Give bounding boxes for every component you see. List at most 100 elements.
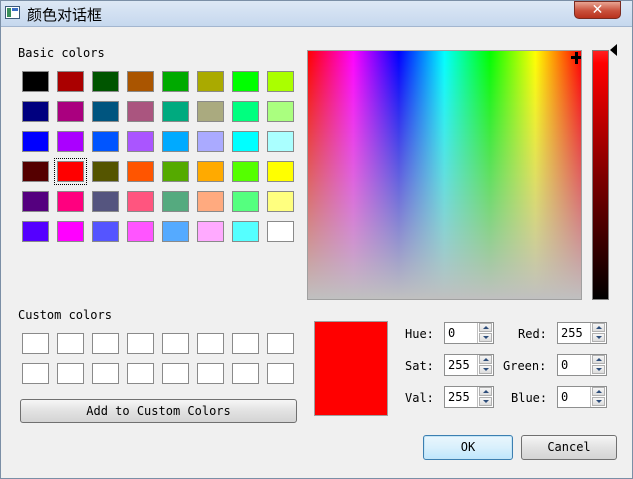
custom-color-swatch[interactable] [162,333,189,354]
basic-color-swatch[interactable] [232,71,259,92]
basic-color-swatch[interactable] [22,71,49,92]
basic-color-swatch[interactable] [267,221,294,242]
basic-color-swatch[interactable] [197,221,224,242]
basic-color-swatch[interactable] [92,161,119,182]
basic-color-swatch[interactable] [127,191,154,212]
custom-color-swatch[interactable] [197,363,224,384]
custom-color-swatch[interactable] [127,363,154,384]
basic-color-swatch[interactable] [232,131,259,152]
sat-up-arrow-icon[interactable] [479,355,492,364]
basic-color-swatch[interactable] [22,131,49,152]
custom-color-swatch[interactable] [57,363,84,384]
custom-color-swatch[interactable] [232,363,259,384]
basic-color-swatch[interactable] [267,191,294,212]
basic-color-swatch[interactable] [267,71,294,92]
basic-color-swatch[interactable] [232,161,259,182]
sat-down-arrow-icon[interactable] [479,365,492,374]
blue-spinbox[interactable]: 0 [557,386,607,408]
custom-color-swatch[interactable] [127,333,154,354]
basic-color-swatch[interactable] [267,101,294,122]
blue-down-arrow-icon[interactable] [592,397,605,406]
blue-up-arrow-icon[interactable] [592,387,605,396]
basic-color-swatch[interactable] [162,221,189,242]
green-up-arrow-icon[interactable] [592,355,605,364]
basic-color-swatch[interactable] [92,191,119,212]
basic-color-swatch[interactable] [232,101,259,122]
basic-color-swatch[interactable] [57,71,84,92]
custom-color-swatch[interactable] [92,333,119,354]
basic-color-swatch[interactable] [127,71,154,92]
val-up-arrow-icon[interactable] [479,387,492,396]
basic-color-swatch[interactable] [22,161,49,182]
basic-color-swatch[interactable] [57,131,84,152]
red-label: Red: [518,327,547,341]
green-spinbox[interactable]: 0 [557,354,607,376]
val-value: 255 [448,390,470,404]
ok-button[interactable]: OK [423,435,513,460]
basic-color-swatch[interactable] [57,191,84,212]
basic-color-swatch[interactable] [162,131,189,152]
luminance-pointer-icon[interactable] [610,44,617,56]
basic-color-swatch[interactable] [127,221,154,242]
basic-color-swatch[interactable] [22,191,49,212]
red-down-arrow-icon[interactable] [592,333,605,342]
green-down-arrow-icon[interactable] [592,365,605,374]
basic-color-swatch[interactable] [232,191,259,212]
basic-color-swatch[interactable] [162,101,189,122]
val-label: Val: [405,391,434,405]
add-to-custom-colors-button[interactable]: Add to Custom Colors [20,399,297,423]
title-bar[interactable]: 颜色对话框 [1,1,632,27]
custom-color-swatch[interactable] [22,363,49,384]
basic-color-swatch[interactable] [162,161,189,182]
close-button[interactable]: ✕ [574,1,621,19]
custom-color-swatch[interactable] [57,333,84,354]
value-luminance-bar[interactable] [592,50,609,300]
basic-color-swatch[interactable] [22,221,49,242]
basic-color-swatch[interactable] [54,158,87,185]
basic-colors-label: Basic colors [18,46,105,60]
basic-color-swatch[interactable] [197,71,224,92]
basic-color-swatch[interactable] [197,161,224,182]
custom-color-swatch[interactable] [162,363,189,384]
custom-color-swatch[interactable] [197,333,224,354]
basic-color-swatch[interactable] [92,221,119,242]
basic-color-swatch[interactable] [92,131,119,152]
custom-color-swatch[interactable] [92,363,119,384]
custom-color-swatch[interactable] [22,333,49,354]
cancel-button[interactable]: Cancel [521,435,617,460]
basic-color-swatch[interactable] [197,101,224,122]
basic-color-swatch[interactable] [162,191,189,212]
basic-color-swatch[interactable] [127,101,154,122]
blue-label: Blue: [511,391,548,405]
sat-label: Sat: [405,359,434,373]
basic-color-swatch[interactable] [197,131,224,152]
val-down-arrow-icon[interactable] [479,397,492,406]
custom-color-swatch[interactable] [232,333,259,354]
basic-color-swatch[interactable] [57,101,84,122]
basic-color-swatch[interactable] [92,101,119,122]
basic-color-swatch[interactable] [232,221,259,242]
basic-color-swatch[interactable] [127,131,154,152]
red-spinbox[interactable]: 255 [557,322,607,344]
custom-color-swatch[interactable] [267,333,294,354]
hue-up-arrow-icon[interactable] [479,323,492,332]
val-spinbox[interactable]: 255 [444,386,494,408]
basic-color-swatch[interactable] [22,101,49,122]
basic-color-swatch[interactable] [267,131,294,152]
green-label: Green: [503,359,547,373]
hue-down-arrow-icon[interactable] [479,333,492,342]
custom-colors-label: Custom colors [18,308,112,322]
hue-label: Hue: [405,327,434,341]
basic-color-swatch[interactable] [267,161,294,182]
basic-color-swatch[interactable] [57,221,84,242]
hue-spinbox[interactable]: 0 [444,322,494,344]
crosshair-icon [571,52,581,64]
basic-color-swatch[interactable] [162,71,189,92]
basic-color-swatch[interactable] [197,191,224,212]
sat-spinbox[interactable]: 255 [444,354,494,376]
basic-color-swatch[interactable] [92,71,119,92]
hue-saturation-spectrum[interactable] [307,50,582,300]
basic-color-swatch[interactable] [127,161,154,182]
custom-color-swatch[interactable] [267,363,294,384]
red-up-arrow-icon[interactable] [592,323,605,332]
